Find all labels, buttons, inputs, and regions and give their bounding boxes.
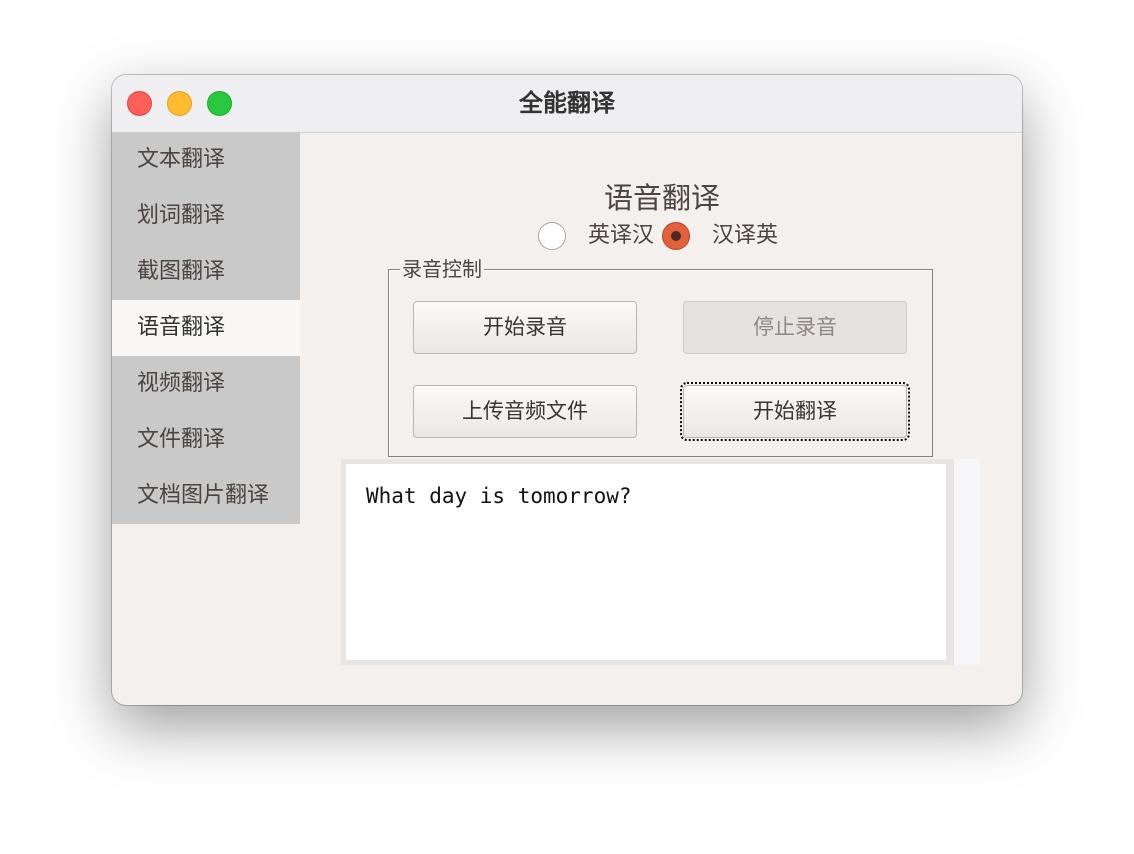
sidebar-item-voice-translate[interactable]: 语音翻译	[112, 300, 300, 356]
window-title: 全能翻译	[519, 89, 615, 117]
radio-label-zh-to-en[interactable]: 汉译英	[712, 220, 778, 252]
radio-label-en-to-zh[interactable]: 英译汉	[588, 220, 654, 252]
recording-control-legend: 录音控制	[400, 256, 484, 282]
output-scrollbar[interactable]	[953, 459, 980, 665]
sidebar-item-doc-image-translate[interactable]: 文档图片翻译	[112, 468, 300, 524]
radio-zh-to-en[interactable]	[662, 222, 690, 250]
sidebar-item-screenshot-translate[interactable]: 截图翻译	[112, 244, 300, 300]
app-window: 全能翻译 文本翻译 划词翻译 截图翻译 语音翻译 视频翻译 文件翻译 文档图片翻…	[112, 75, 1022, 705]
start-translate-button[interactable]: 开始翻译	[680, 382, 910, 441]
sidebar-item-video-translate[interactable]: 视频翻译	[112, 356, 300, 412]
start-recording-button[interactable]: 开始录音	[413, 301, 637, 354]
stop-recording-button[interactable]: 停止录音	[683, 301, 907, 354]
sidebar: 文本翻译 划词翻译 截图翻译 语音翻译 视频翻译 文件翻译 文档图片翻译	[112, 132, 300, 524]
upload-audio-button[interactable]: 上传音频文件	[413, 385, 637, 438]
output-textarea[interactable]: What day is tomorrow?	[346, 464, 946, 660]
sidebar-item-text-translate[interactable]: 文本翻译	[112, 132, 300, 188]
radio-en-to-zh[interactable]	[538, 222, 566, 250]
title-bar[interactable]: 全能翻译	[112, 75, 1022, 133]
sidebar-item-word-translate[interactable]: 划词翻译	[112, 188, 300, 244]
sidebar-item-file-translate[interactable]: 文件翻译	[112, 412, 300, 468]
page-title: 语音翻译	[603, 181, 720, 215]
